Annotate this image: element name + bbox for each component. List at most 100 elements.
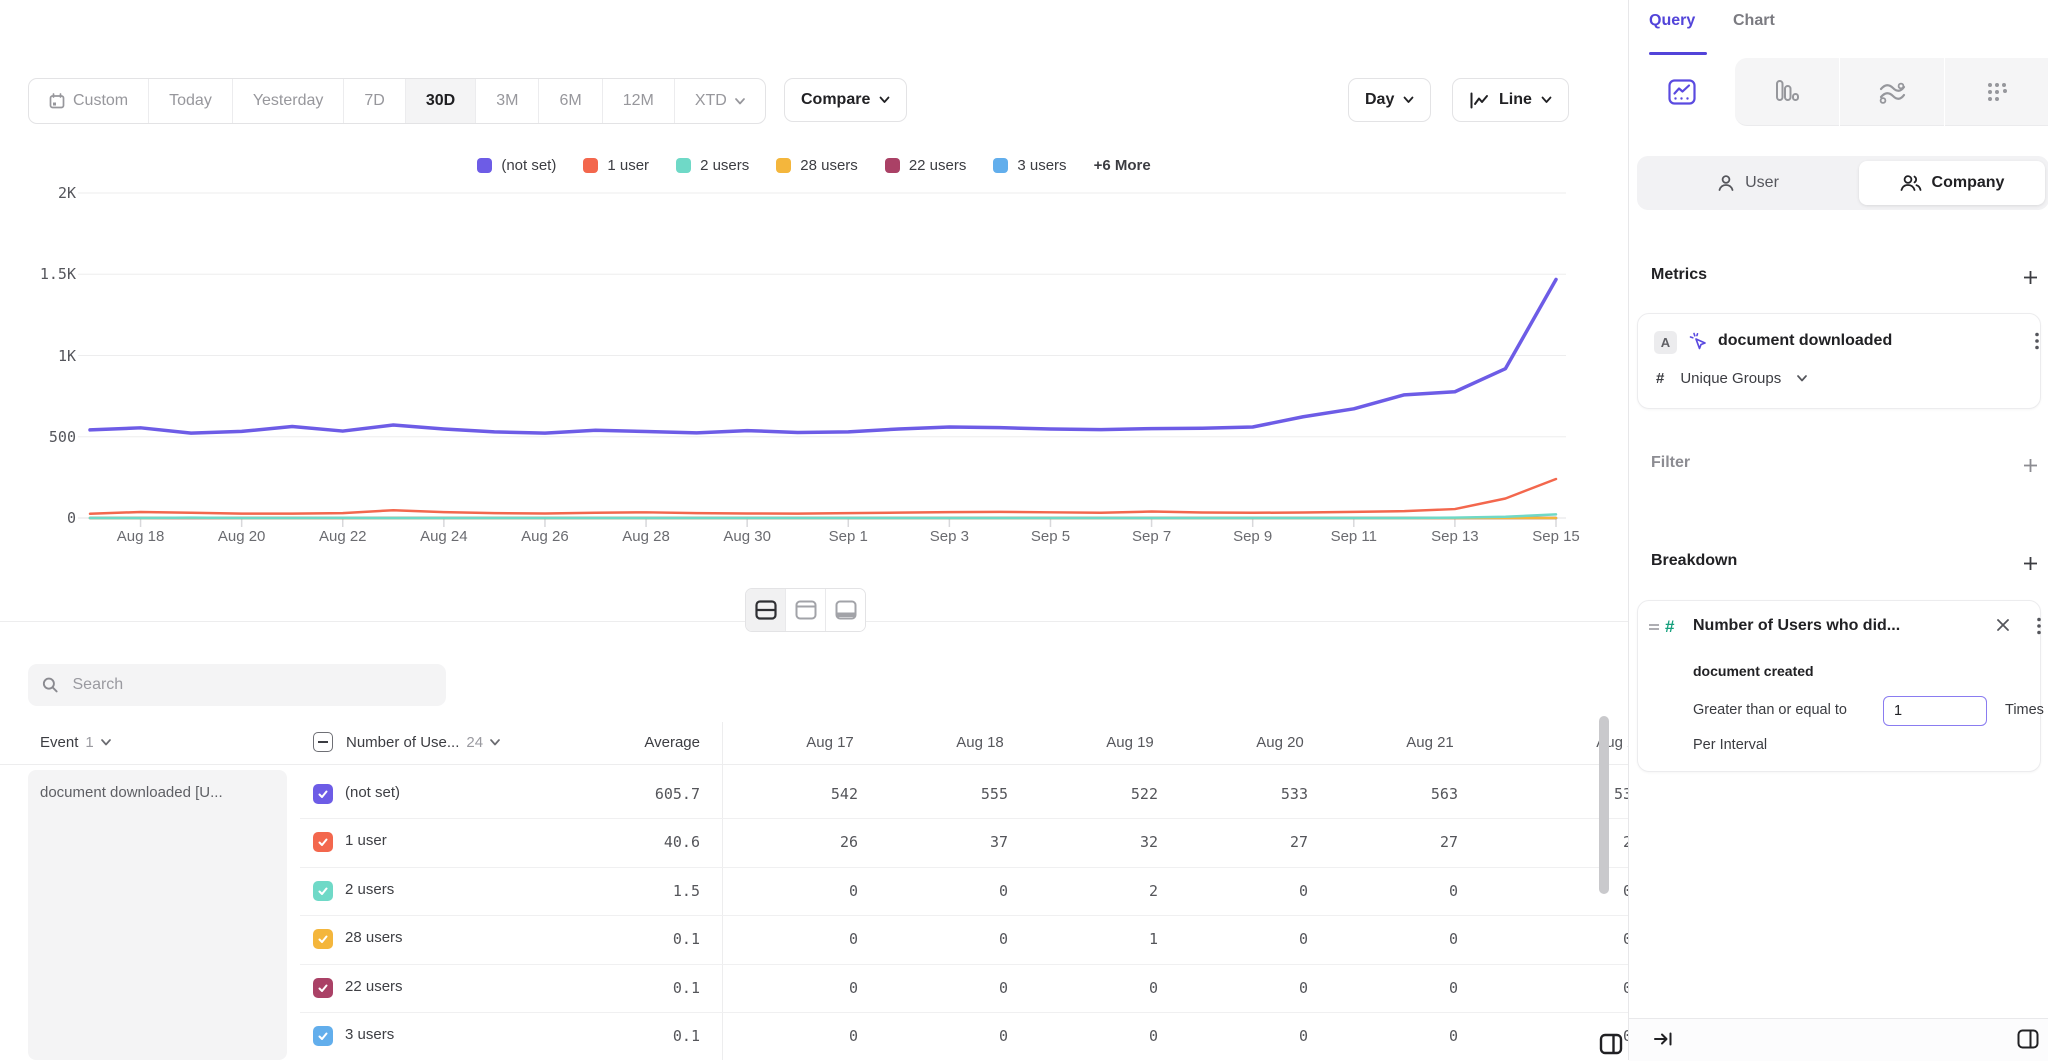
breakdown-condition-label: Greater than or equal to	[1693, 702, 1847, 718]
kebab-icon	[2035, 332, 2039, 350]
remove-breakdown-button[interactable]	[1996, 618, 2010, 637]
row-checkbox[interactable]	[313, 1026, 333, 1046]
table-row[interactable]: 22 users0.1000000	[300, 964, 1628, 1013]
add-filter-button[interactable]	[2019, 454, 2041, 476]
date-column-header: Aug 21	[1375, 734, 1485, 751]
breakdown-per-interval-label: Per Interval	[1693, 737, 1767, 753]
measure-dropdown[interactable]: # Unique Groups	[1656, 370, 1807, 387]
tab-query[interactable]: Query	[1649, 12, 1695, 30]
expand-panel-button[interactable]	[1599, 1033, 1623, 1060]
charttype-line-tab[interactable]	[1629, 58, 1734, 126]
tab-chart[interactable]: Chart	[1733, 12, 1775, 30]
series-column-header[interactable]: Number of Use... 24	[346, 734, 500, 751]
x-axis-label: Sep 11	[1314, 528, 1394, 545]
row-value: 2	[1068, 882, 1158, 900]
layout-split-button[interactable]	[746, 589, 786, 631]
table-row[interactable]: 2 users1.5002000	[300, 867, 1628, 916]
series-header-label: Number of Use...	[346, 734, 459, 751]
user-option-label: User	[1745, 174, 1779, 192]
charttype-bar-tab[interactable]	[1735, 58, 1839, 126]
table-row[interactable]: 1 user40.626373227272	[300, 818, 1628, 867]
select-all-checkbox[interactable]	[313, 732, 333, 752]
chart-canvas	[0, 0, 1628, 560]
company-icon	[1900, 174, 1922, 192]
x-axis-label: Aug 18	[101, 528, 181, 545]
add-metric-button[interactable]	[2019, 266, 2041, 288]
numeric-property-icon: #	[1665, 617, 1674, 637]
scope-user-option[interactable]: User	[1637, 156, 1859, 210]
x-axis-label: Aug 24	[404, 528, 484, 545]
row-checkbox[interactable]	[313, 929, 333, 949]
bar-chart-icon	[1774, 79, 1800, 105]
x-axis-label: Sep 1	[808, 528, 888, 545]
row-checkbox[interactable]	[313, 978, 333, 998]
y-axis-label: 2K	[18, 184, 76, 202]
row-label: 2 users	[345, 881, 394, 898]
layout-toggle-group	[745, 588, 866, 632]
filter-heading: Filter	[1651, 454, 1690, 472]
chevron-down-icon	[101, 739, 111, 746]
table-scrollbar[interactable]	[1599, 716, 1609, 894]
metrics-heading: Metrics	[1651, 266, 1707, 284]
row-value: 542	[768, 785, 858, 803]
row-value: 0	[918, 882, 1008, 900]
row-checkbox[interactable]	[313, 832, 333, 852]
series-line--not-set-	[90, 279, 1556, 433]
collapse-panel-button[interactable]	[1653, 1030, 1673, 1053]
layout-chart-only-button[interactable]	[786, 589, 826, 631]
panel-layout-button[interactable]	[2017, 1029, 2039, 1054]
plus-icon	[2023, 556, 2038, 571]
drag-handle-icon[interactable]	[1648, 621, 1660, 633]
breakdown-title: Number of Users who did...	[1693, 617, 1900, 635]
average-header-label: Average	[644, 734, 700, 751]
breakdown-heading: Breakdown	[1651, 552, 1737, 570]
add-breakdown-button[interactable]	[2019, 552, 2041, 574]
event-cursor-icon	[1688, 331, 1710, 353]
table-row[interactable]: 28 users0.1001000	[300, 915, 1628, 964]
row-value: 0	[768, 930, 858, 948]
user-icon	[1717, 174, 1735, 192]
series-count: 24	[466, 734, 483, 751]
breakdown-threshold-input[interactable]	[1883, 696, 1987, 726]
event-count: 1	[85, 734, 93, 751]
row-value: 0	[1542, 930, 1628, 948]
breakdown-menu-button[interactable]	[2030, 616, 2048, 636]
table-header-divider	[0, 764, 1628, 765]
table-row[interactable]: (not set)605.754255552253356353	[300, 770, 1628, 819]
event-column-header[interactable]: Event 1	[40, 734, 111, 751]
y-axis-label: 0	[18, 509, 76, 527]
charttype-flow-tab[interactable]	[1840, 58, 1944, 126]
charttype-grid-tab[interactable]	[1945, 58, 2048, 126]
y-axis-label: 1.5K	[18, 265, 76, 283]
row-checkbox[interactable]	[313, 881, 333, 901]
table-row[interactable]: 3 users0.1000000	[300, 1012, 1628, 1060]
row-checkbox[interactable]	[313, 784, 333, 804]
metric-letter-badge: A	[1654, 331, 1677, 354]
top-panel-icon	[795, 600, 817, 620]
row-value: 0	[1218, 979, 1308, 997]
metric-card[interactable]: A document downloaded # Unique Groups	[1637, 313, 2041, 409]
main-content: CustomTodayYesterday7D30D3M6M12MXTD Comp…	[0, 0, 1628, 1060]
arrow-to-bar-icon	[1653, 1030, 1673, 1048]
event-row-document-downloaded[interactable]: document downloaded [U...	[28, 770, 287, 1060]
row-label: 28 users	[345, 929, 403, 946]
chevron-down-icon	[490, 739, 500, 746]
row-value: 0	[1542, 882, 1628, 900]
row-value: 0	[918, 930, 1008, 948]
row-value: 522	[1068, 785, 1158, 803]
layout-table-only-button[interactable]	[826, 589, 865, 631]
scope-toggle: User Company	[1637, 156, 2048, 210]
x-axis-label: Sep 5	[1010, 528, 1090, 545]
row-value: 1	[1068, 930, 1158, 948]
breakdown-card[interactable]: # Number of Users who did... document cr…	[1637, 600, 2041, 772]
search-input[interactable]	[71, 675, 433, 695]
row-value: 533	[1218, 785, 1308, 803]
row-value: 32	[1068, 833, 1158, 851]
breakdown-times-label: Times	[2005, 702, 2044, 718]
metric-menu-button[interactable]	[2028, 331, 2046, 351]
search-box	[28, 664, 446, 706]
row-value: 0	[1368, 1027, 1458, 1045]
average-column-header: Average	[600, 734, 700, 751]
row-average: 605.7	[610, 785, 700, 803]
scope-company-option[interactable]: Company	[1859, 161, 2045, 205]
